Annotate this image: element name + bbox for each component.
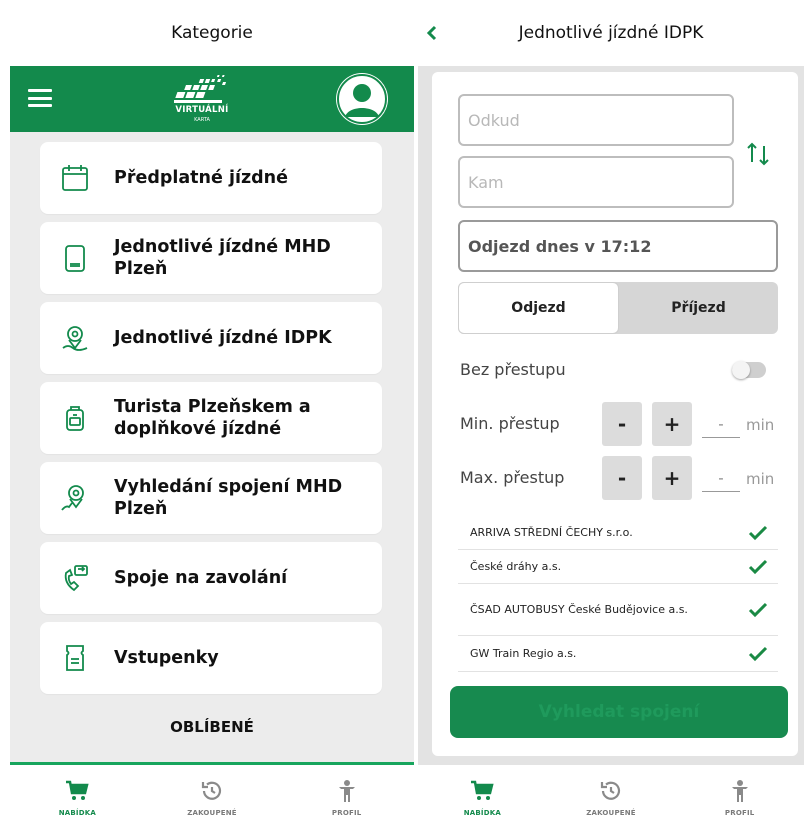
from-input[interactable]: Odkud <box>458 94 734 146</box>
virtual-card-logo: VIRTUÁLNÍ KARTA <box>162 74 242 126</box>
max-transfer-plus-button[interactable]: + <box>652 456 692 500</box>
calendar-icon <box>60 163 90 193</box>
segment-arrival[interactable]: Příjezd <box>619 282 778 334</box>
max-transfer-label: Max. přestup <box>460 468 565 487</box>
tab-profile[interactable]: PROFIL <box>675 765 804 824</box>
person-icon <box>730 779 750 803</box>
bottom-tab-bar: NABÍDKA ZAKOUPENÉ PROFIL <box>418 765 804 824</box>
menu-item-label: Turista Plzeňskem a doplňkové jízdné <box>114 397 311 439</box>
menu-item-single-mhd[interactable]: Jednotlivé jízdné MHD Plzeň <box>40 222 382 294</box>
cart-icon <box>470 779 494 803</box>
categories-title-bar: Kategorie <box>10 0 414 66</box>
bottom-tab-bar: NABÍDKA ZAKOUPENÉ PROFIL <box>10 765 414 824</box>
app-root: Kategorie VIRTUÁLNÍ KARTA Předplatné jíz… <box>0 0 804 824</box>
menu-item-label: Předplatné jízdné <box>114 168 289 188</box>
person-icon <box>337 779 357 803</box>
menu-item-route-search[interactable]: Vyhledání spojení MHD Plzeň <box>40 462 382 534</box>
profile-avatar-icon[interactable] <box>336 73 388 125</box>
carrier-row[interactable]: GW Train Regio a.s. <box>458 636 778 672</box>
tab-purchased[interactable]: ZAKOUPENÉ <box>145 765 280 824</box>
tab-offer[interactable]: NABÍDKA <box>10 765 145 824</box>
logo-graphic <box>174 75 227 103</box>
menu-item-label: Spoje na zavolání <box>114 568 288 588</box>
departure-time-selector[interactable]: Odjezd dnes v 17:12 <box>458 220 778 272</box>
carrier-name: ČSAD AUTOBUSY České Budějovice a.s. <box>470 603 688 616</box>
menu-item-tickets[interactable]: Vstupenky <box>40 622 382 694</box>
min-transfer-unit: min <box>746 416 775 434</box>
carrier-row[interactable]: ČSAD AUTOBUSY České Budějovice a.s. <box>458 584 778 636</box>
back-chevron-icon[interactable] <box>424 24 440 42</box>
tab-profile[interactable]: PROFIL <box>279 765 414 824</box>
no-transfer-switch[interactable] <box>732 361 766 379</box>
hamburger-menu-icon[interactable] <box>28 89 52 107</box>
menu-item-label: Jednotlivé jízdné MHD Plzeň <box>114 237 331 279</box>
checkmark-icon <box>748 602 768 617</box>
from-placeholder: Odkud <box>468 110 520 130</box>
tab-label: ZAKOUPENÉ <box>586 809 636 817</box>
menu-item-label: Jednotlivé jízdné IDPK <box>114 328 332 348</box>
checkmark-icon <box>748 525 768 540</box>
min-transfer-plus-button[interactable]: + <box>652 402 692 446</box>
max-transfer-value[interactable]: - <box>702 469 740 492</box>
checkmark-icon <box>748 646 768 661</box>
favorites-heading: OBLÍBENÉ <box>170 718 254 736</box>
tab-label: ZAKOUPENÉ <box>187 809 237 817</box>
backpack-icon <box>60 403 90 433</box>
map-pin-icon <box>60 323 90 353</box>
swap-direction-icon[interactable] <box>744 136 772 172</box>
min-transfer-minus-button[interactable]: - <box>602 402 642 446</box>
departure-time-text: Odjezd dnes v 17:12 <box>468 236 652 256</box>
carrier-list: ARRIVA STŘEDNÍ ČECHY s.r.o. České dráhy … <box>458 516 778 672</box>
page-title: Jednotlivé jízdné IDPK <box>518 23 704 43</box>
max-transfer-minus-button[interactable]: - <box>602 456 642 500</box>
logo-text: VIRTUÁLNÍ <box>175 105 229 115</box>
phone-icon <box>60 563 90 593</box>
history-icon <box>599 779 623 803</box>
categories-screen: Kategorie VIRTUÁLNÍ KARTA Předplatné jíz… <box>10 0 414 824</box>
no-transfer-label: Bez přestupu <box>460 360 566 379</box>
tab-label: NABÍDKA <box>463 809 501 817</box>
logo-subtext: KARTA <box>194 117 210 123</box>
checkmark-icon <box>748 559 768 574</box>
tab-label: NABÍDKA <box>58 809 96 817</box>
page-title: Kategorie <box>171 23 253 43</box>
search-form-panel: Odkud Kam Odjezd dnes v 17:12 Odjezd Pří… <box>432 72 798 756</box>
category-menu: Předplatné jízdné Jednotlivé jízdné MHD … <box>40 142 382 702</box>
menu-item-season-ticket[interactable]: Předplatné jízdné <box>40 142 382 214</box>
to-input[interactable]: Kam <box>458 156 734 208</box>
max-transfer-unit: min <box>746 470 775 488</box>
tab-label: PROFIL <box>724 809 755 817</box>
tab-offer[interactable]: NABÍDKA <box>418 765 547 824</box>
segment-departure[interactable]: Odjezd <box>458 282 619 334</box>
card-icon <box>60 243 90 273</box>
menu-item-on-demand[interactable]: Spoje na zavolání <box>40 542 382 614</box>
min-transfer-value[interactable]: - <box>702 415 740 438</box>
tab-label: PROFIL <box>331 809 362 817</box>
carrier-name: GW Train Regio a.s. <box>470 647 577 660</box>
search-title-bar: Jednotlivé jízdné IDPK <box>418 0 804 66</box>
menu-item-label: Vyhledání spojení MHD Plzeň <box>114 477 343 519</box>
carrier-row[interactable]: ARRIVA STŘEDNÍ ČECHY s.r.o. <box>458 516 778 550</box>
departure-arrival-toggle: Odjezd Příjezd <box>458 282 778 334</box>
carrier-name: České dráhy a.s. <box>470 560 562 573</box>
search-connection-button[interactable]: Vyhledat spojení <box>450 686 788 738</box>
switch-knob <box>732 361 750 379</box>
to-placeholder: Kam <box>468 172 504 192</box>
tab-purchased[interactable]: ZAKOUPENÉ <box>547 765 676 824</box>
carrier-name: ARRIVA STŘEDNÍ ČECHY s.r.o. <box>470 526 633 539</box>
history-icon <box>200 779 224 803</box>
menu-item-label: Vstupenky <box>114 648 219 668</box>
carrier-row[interactable]: České dráhy a.s. <box>458 550 778 584</box>
menu-item-single-idpk[interactable]: Jednotlivé jízdné IDPK <box>40 302 382 374</box>
min-transfer-label: Min. přestup <box>460 414 560 433</box>
connection-search-screen: Jednotlivé jízdné IDPK Odkud Kam Odjezd … <box>418 0 804 824</box>
ticket-icon <box>60 643 90 673</box>
cart-icon <box>65 779 89 803</box>
brand-header: VIRTUÁLNÍ KARTA <box>10 66 414 132</box>
menu-item-tourist[interactable]: Turista Plzeňskem a doplňkové jízdné <box>40 382 382 454</box>
route-pin-icon <box>60 483 90 513</box>
